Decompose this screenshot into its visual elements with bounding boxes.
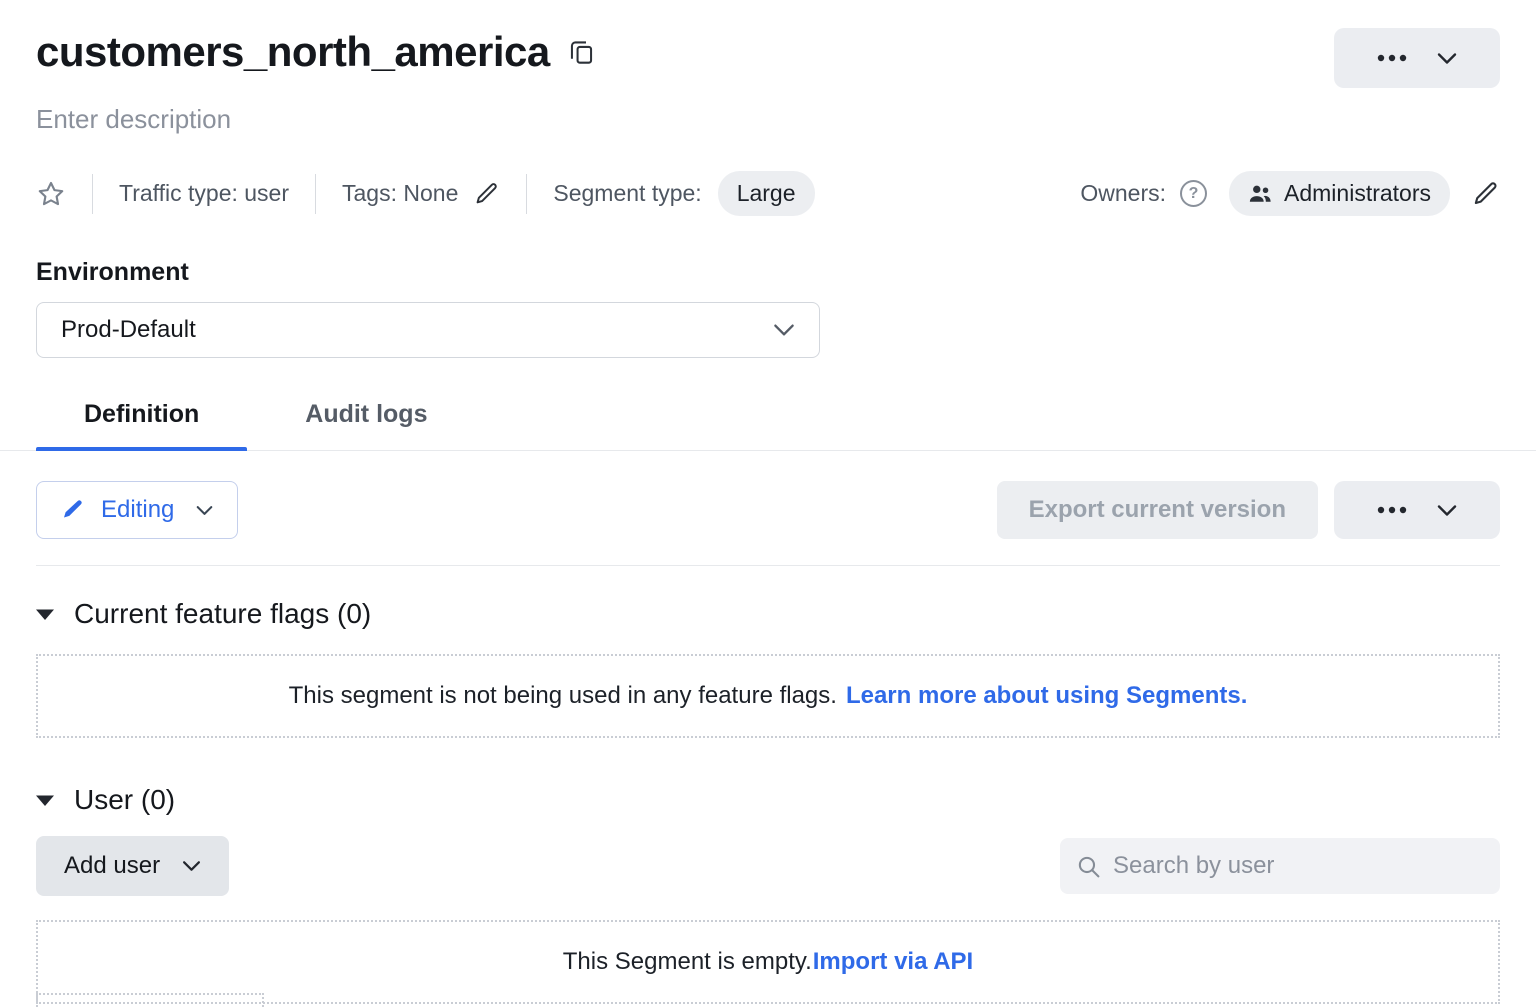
owners-label: Owners:	[1080, 180, 1166, 207]
description-placeholder[interactable]: Enter description	[36, 104, 231, 135]
editing-mode-button[interactable]: Editing	[36, 481, 238, 539]
people-icon	[1248, 184, 1272, 203]
segment-type: Segment type: Large	[553, 171, 814, 216]
tab-audit-logs[interactable]: Audit logs	[257, 400, 475, 450]
export-version-button[interactable]: Export current version	[997, 481, 1318, 539]
partial-dotted-element	[36, 993, 264, 1007]
feature-flags-section-title: Current feature flags (0)	[74, 598, 371, 630]
search-by-user-input[interactable]	[1113, 852, 1484, 880]
chevron-down-icon	[1437, 504, 1457, 517]
tags-label: Tags: None	[342, 180, 458, 207]
environment-selected-value: Prod-Default	[61, 316, 196, 344]
edit-pencil-icon	[61, 498, 85, 522]
page-header: customers_north_america	[36, 28, 1500, 88]
user-section-title: User (0)	[74, 784, 175, 816]
traffic-type: Traffic type: user	[119, 180, 289, 207]
caret-down-icon	[36, 608, 54, 621]
add-user-label: Add user	[64, 852, 160, 880]
meta-row: Traffic type: user Tags: None Segment ty…	[36, 171, 1500, 216]
user-toolbar: Add user	[36, 836, 1500, 896]
user-empty-state: This Segment is empty.Import via API	[36, 920, 1500, 1004]
search-icon	[1076, 854, 1101, 879]
user-empty-text: This Segment is empty.	[563, 948, 812, 976]
divider	[526, 174, 527, 214]
environment-select[interactable]: Prod-Default	[36, 302, 820, 358]
divider	[92, 174, 93, 214]
tab-bar: Definition Audit logs	[0, 400, 1536, 451]
copy-icon[interactable]	[568, 37, 595, 67]
tags: Tags: None	[342, 180, 500, 207]
edit-tags-icon[interactable]	[474, 181, 500, 207]
ellipsis-icon	[1377, 506, 1407, 514]
environment-label: Environment	[36, 258, 1500, 287]
add-user-button[interactable]: Add user	[36, 836, 229, 896]
feature-flags-section-header[interactable]: Current feature flags (0)	[36, 598, 371, 630]
chevron-down-icon	[773, 323, 795, 337]
edit-owners-icon[interactable]	[1472, 180, 1500, 208]
chevron-down-icon	[182, 860, 201, 872]
divider	[315, 174, 316, 214]
definition-toolbar: Editing Export current version	[36, 481, 1500, 539]
header-overflow-menu-button[interactable]	[1334, 28, 1500, 88]
ellipsis-icon	[1377, 54, 1407, 62]
learn-more-segments-link[interactable]: Learn more about using Segments.	[846, 682, 1247, 710]
feature-flags-empty-state: This segment is not being used in any fe…	[36, 654, 1500, 738]
user-section-header[interactable]: User (0)	[36, 784, 175, 816]
segment-type-badge: Large	[718, 171, 815, 216]
help-icon[interactable]: ?	[1180, 180, 1207, 207]
segment-detail-page: customers_north_america Enter descriptio…	[0, 0, 1536, 1002]
owners-group: Owners: ? Administrators	[1080, 171, 1500, 216]
import-via-api-link[interactable]: Import via API	[813, 948, 973, 976]
chevron-down-icon	[196, 505, 213, 516]
toolbar-right: Export current version	[997, 481, 1500, 539]
editing-label: Editing	[101, 496, 174, 524]
segment-type-label: Segment type:	[553, 180, 701, 207]
feature-flags-empty-text: This segment is not being used in any fe…	[289, 682, 837, 710]
owners-value: Administrators	[1284, 180, 1431, 207]
toolbar-overflow-menu-button[interactable]	[1334, 481, 1500, 539]
page-title: customers_north_america	[36, 28, 550, 76]
divider	[36, 565, 1500, 566]
caret-down-icon	[36, 794, 54, 807]
title-wrap: customers_north_america	[36, 28, 595, 76]
search-by-user-box	[1060, 838, 1500, 894]
traffic-type-label: Traffic type: user	[119, 180, 289, 207]
owners-badge[interactable]: Administrators	[1229, 171, 1450, 216]
chevron-down-icon	[1437, 52, 1457, 65]
star-icon[interactable]	[36, 179, 66, 209]
tab-definition[interactable]: Definition	[36, 400, 247, 450]
